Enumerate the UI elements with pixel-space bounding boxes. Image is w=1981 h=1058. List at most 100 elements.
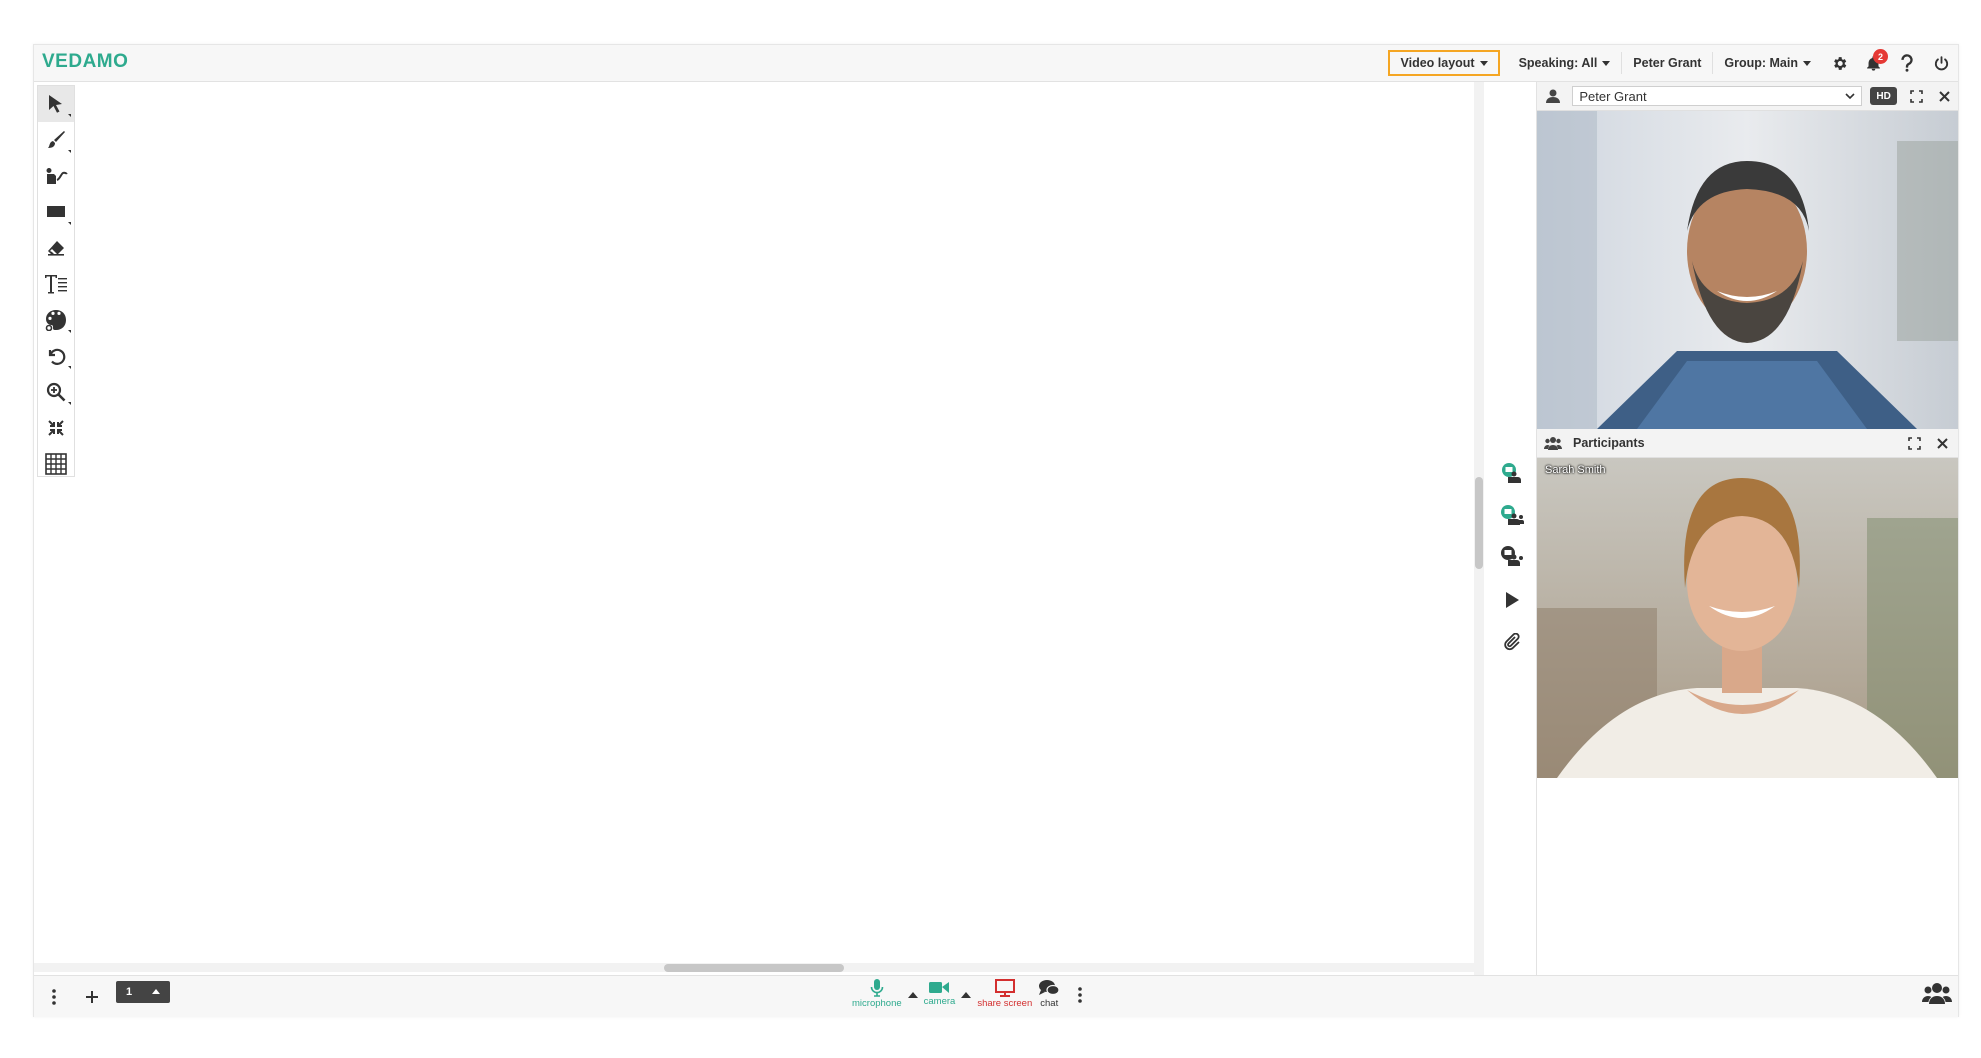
- microphone-options-caret[interactable]: [907, 992, 918, 998]
- participants-close-button[interactable]: [1928, 429, 1956, 457]
- side-icon-column: [1486, 82, 1537, 975]
- whiteboard-canvas[interactable]: [34, 82, 1474, 975]
- compress-icon: [48, 420, 64, 436]
- chevron-down-icon: [1479, 60, 1488, 66]
- participants-icon: [1539, 429, 1567, 457]
- user-name-label: Peter Grant: [1633, 56, 1702, 70]
- participants-toggle-button[interactable]: [1922, 982, 1952, 1009]
- brush-icon: [48, 131, 65, 148]
- users-icon: [1922, 983, 1952, 1004]
- screen-share-icon: [1501, 546, 1523, 566]
- top-bar: VEDAMO Video layout Speaking: All Peter …: [34, 45, 1958, 82]
- video-layout-dropdown[interactable]: Video layout: [1388, 50, 1500, 76]
- group-dropdown[interactable]: Group: Main: [1713, 52, 1822, 74]
- cursor-arrow-icon: [49, 95, 62, 113]
- grid-tool[interactable]: [38, 446, 74, 482]
- add-page-button[interactable]: [78, 983, 106, 1011]
- video-header: Peter Grant HD: [1537, 82, 1958, 111]
- group-label: Group: Main: [1724, 56, 1798, 70]
- undo-icon: [48, 348, 66, 365]
- video-feed-peter-grant: [1537, 111, 1958, 429]
- fullscreen-button[interactable]: [1903, 82, 1930, 110]
- participant-name: Sarah Smith: [1545, 464, 1606, 476]
- participants-title: Participants: [1573, 436, 1645, 450]
- bottom-bar: 1 microphone camera share screen chat: [34, 975, 1958, 1017]
- microphone-icon: [870, 979, 884, 997]
- help-icon: [1901, 54, 1913, 72]
- media-more-button[interactable]: [1066, 979, 1094, 1011]
- screen-share-view-button[interactable]: [1498, 543, 1526, 571]
- group-presenter-button[interactable]: [1498, 502, 1526, 530]
- paperclip-icon: [1504, 633, 1520, 651]
- close-video-button[interactable]: [1931, 82, 1958, 110]
- horizontal-scrollbar-thumb[interactable]: [664, 964, 844, 972]
- undo-tool[interactable]: [38, 338, 74, 374]
- more-options-button[interactable]: [40, 983, 68, 1011]
- text-tool[interactable]: [38, 266, 74, 302]
- attachments-button[interactable]: [1498, 628, 1526, 656]
- grid-icon: [45, 453, 67, 475]
- text-icon: [45, 275, 67, 294]
- presenter-button[interactable]: [1498, 460, 1526, 488]
- participant-video-image: [1537, 458, 1958, 778]
- chat-bubbles-icon: [1039, 980, 1060, 996]
- video-user-select[interactable]: Peter Grant: [1572, 86, 1862, 106]
- hand-pen-icon: [46, 168, 68, 184]
- chat-button[interactable]: chat: [1038, 979, 1060, 1009]
- zoom-in-icon: [46, 382, 66, 402]
- camera-button[interactable]: camera: [923, 979, 956, 1007]
- media-player-button[interactable]: [1498, 586, 1526, 614]
- video-image: [1537, 111, 1958, 429]
- fullscreen-icon: [1907, 436, 1921, 450]
- leave-button[interactable]: [1924, 45, 1958, 81]
- participants-fullscreen-button[interactable]: [1900, 429, 1928, 457]
- eraser-tool[interactable]: [38, 230, 74, 266]
- palette-icon: [45, 310, 66, 331]
- fit-screen-tool[interactable]: [38, 410, 74, 446]
- speaking-label: Speaking: All: [1518, 56, 1598, 70]
- play-icon: [1506, 592, 1519, 608]
- notifications-button[interactable]: 2: [1856, 45, 1890, 81]
- monitor-icon: [994, 979, 1015, 997]
- chevron-up-icon: [152, 989, 161, 994]
- user-icon: [1539, 82, 1566, 110]
- video-camera-icon: [929, 982, 950, 993]
- close-icon: [1939, 90, 1950, 102]
- select-tool[interactable]: [38, 86, 74, 122]
- close-icon: [1936, 437, 1948, 449]
- camera-options-caret[interactable]: [961, 992, 972, 998]
- zoom-tool[interactable]: [38, 374, 74, 410]
- rectangle-icon: [47, 206, 65, 217]
- top-bar-controls: Video layout Speaking: All Peter Grant G…: [1388, 45, 1958, 81]
- share-screen-label: share screen: [977, 998, 1033, 1009]
- shape-tool[interactable]: [38, 194, 74, 230]
- settings-button[interactable]: [1822, 45, 1856, 81]
- power-icon: [1934, 55, 1948, 70]
- participants-header: Participants: [1537, 429, 1958, 458]
- more-vertical-icon: [52, 988, 56, 1005]
- page-number: 1: [125, 985, 133, 998]
- hand-draw-tool[interactable]: [38, 158, 74, 194]
- gear-icon: [1833, 56, 1846, 70]
- media-controls: microphone camera share screen chat: [852, 979, 1094, 1017]
- camera-label: camera: [923, 996, 956, 1007]
- microphone-button[interactable]: microphone: [852, 979, 902, 1009]
- video-layout-label: Video layout: [1400, 56, 1475, 70]
- user-name[interactable]: Peter Grant: [1622, 52, 1714, 74]
- brush-tool[interactable]: [38, 122, 74, 158]
- group-presenter-icon: [1501, 505, 1524, 525]
- microphone-label: microphone: [852, 998, 902, 1009]
- help-button[interactable]: [1890, 45, 1924, 81]
- share-screen-button[interactable]: share screen: [977, 979, 1032, 1009]
- chevron-down-icon: [1602, 60, 1611, 66]
- hd-toggle[interactable]: HD: [1869, 87, 1898, 105]
- speaking-dropdown[interactable]: Speaking: All: [1508, 52, 1623, 74]
- color-tool[interactable]: [38, 302, 74, 338]
- notification-badge: 2: [1873, 49, 1888, 64]
- vertical-scrollbar-thumb[interactable]: [1475, 477, 1483, 569]
- chevron-down-icon: [1803, 60, 1811, 66]
- page-selector[interactable]: 1: [116, 980, 170, 1003]
- presenter-icon: [1502, 463, 1521, 483]
- chat-label: chat: [1040, 998, 1059, 1009]
- video-panel: Peter Grant HD Participants Sarah Smith: [1537, 82, 1958, 975]
